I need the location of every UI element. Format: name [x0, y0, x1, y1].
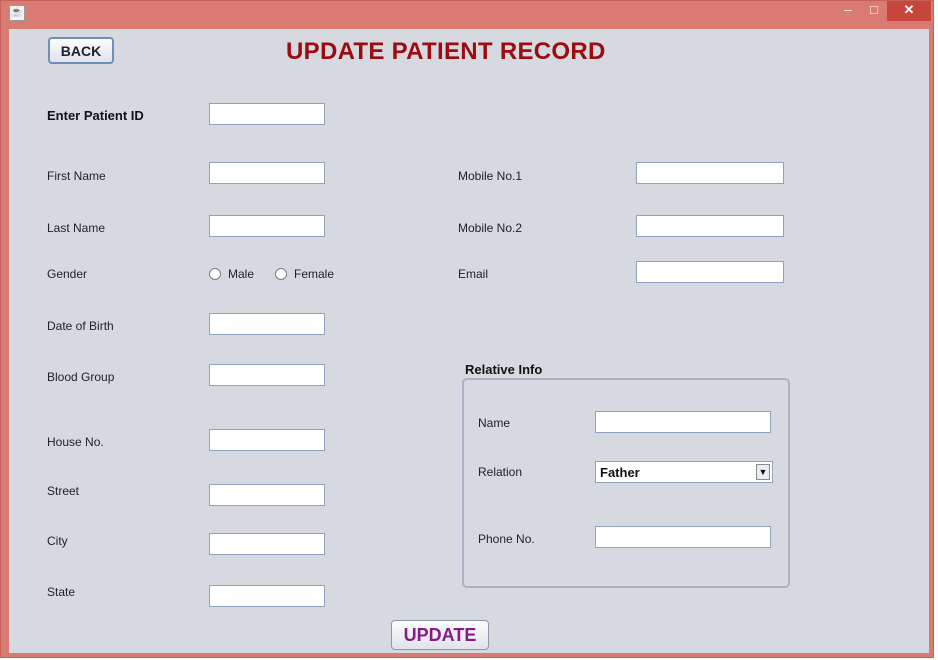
radio-male[interactable] [209, 268, 221, 280]
relative-name-label: Name [478, 416, 511, 430]
gender-female-label: Female [294, 267, 335, 281]
state-input[interactable] [209, 585, 325, 607]
blood-group-label: Blood Group [47, 370, 115, 384]
relative-name-input[interactable] [595, 411, 771, 433]
mobile2-input[interactable] [636, 215, 784, 237]
last-name-label: Last Name [47, 221, 106, 235]
city-label: City [47, 534, 68, 548]
title-bar[interactable]: ☕ – □ ✕ [1, 1, 933, 29]
close-button[interactable]: ✕ [887, 1, 931, 21]
street-label: Street [47, 484, 80, 498]
mobile2-label: Mobile No.2 [458, 221, 523, 235]
relative-info-title: Relative Info [465, 362, 543, 377]
form-panel: BACK UPDATE PATIENT RECORD Enter Patient… [9, 29, 929, 653]
mobile1-label: Mobile No.1 [458, 169, 523, 183]
relation-selected-value: Father [600, 465, 640, 480]
java-app-icon[interactable]: ☕ [9, 5, 25, 21]
relative-info-group [462, 378, 790, 588]
back-button[interactable]: BACK [48, 37, 114, 64]
maximize-button[interactable]: □ [861, 1, 887, 21]
chevron-down-icon[interactable]: ▼ [756, 464, 770, 480]
dob-label: Date of Birth [47, 319, 114, 333]
gender-male-label: Male [228, 267, 255, 281]
relation-select[interactable]: Father ▼ [595, 461, 773, 483]
city-input[interactable] [209, 533, 325, 555]
minimize-button[interactable]: – [835, 1, 861, 21]
last-name-input[interactable] [209, 215, 325, 237]
page-title: UPDATE PATIENT RECORD [286, 38, 606, 65]
patient-id-input[interactable] [209, 103, 325, 125]
radio-female[interactable] [275, 268, 287, 280]
gender-label: Gender [47, 267, 88, 281]
relative-phone-label: Phone No. [478, 532, 535, 546]
street-input[interactable] [209, 484, 325, 506]
dob-input[interactable] [209, 313, 325, 335]
email-input[interactable] [636, 261, 784, 283]
relation-label: Relation [478, 465, 523, 479]
relative-phone-input[interactable] [595, 526, 771, 548]
mobile1-input[interactable] [636, 162, 784, 184]
blood-group-input[interactable] [209, 364, 325, 386]
house-no-label: House No. [47, 435, 104, 449]
first-name-input[interactable] [209, 162, 325, 184]
email-label: Email [458, 267, 489, 281]
patient-id-label: Enter Patient ID [47, 108, 144, 123]
app-window: ☕ – □ ✕ BACK UPDATE PATIENT RECORD Enter… [0, 0, 934, 658]
state-label: State [47, 585, 76, 599]
update-button[interactable]: UPDATE [391, 620, 489, 650]
first-name-label: First Name [47, 169, 106, 183]
house-no-input[interactable] [209, 429, 325, 451]
